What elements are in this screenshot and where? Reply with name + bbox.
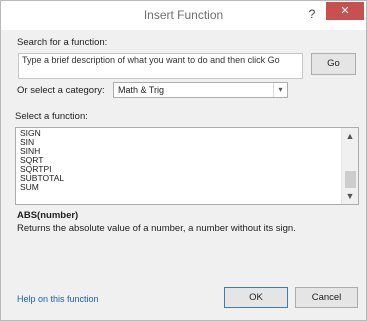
category-selected-value: Math & Trig [118, 85, 165, 95]
function-description: Returns the absolute value of a number, … [17, 223, 296, 234]
function-list[interactable]: SIGN SIN SINH SQRT SQRTPI SUBTOTAL SUM ▲… [15, 127, 359, 205]
category-label: Or select a category: [17, 85, 105, 96]
title-bar: Insert Function ? ✕ [1, 1, 366, 30]
go-button[interactable]: Go [311, 53, 356, 75]
search-input[interactable]: Type a brief description of what you wan… [18, 53, 303, 79]
function-list-scrollbar[interactable]: ▲ ▼ [341, 128, 358, 204]
search-label: Search for a function: [17, 37, 108, 48]
function-syntax: ABS(number) [17, 210, 79, 221]
scroll-up-icon[interactable]: ▲ [342, 129, 358, 143]
ok-button[interactable]: OK [224, 287, 288, 308]
cancel-button[interactable]: Cancel [295, 287, 358, 308]
function-list-label: Select a function: [15, 111, 88, 122]
help-on-function-link[interactable]: Help on this function [17, 294, 99, 304]
list-item[interactable]: SUM [20, 183, 39, 192]
close-button[interactable]: ✕ [326, 2, 364, 20]
chevron-down-icon[interactable]: ▾ [273, 83, 287, 97]
insert-function-dialog: Insert Function ? ✕ Search for a functio… [0, 0, 367, 321]
scroll-down-icon[interactable]: ▼ [342, 189, 358, 203]
category-select[interactable]: Math & Trig ▾ [113, 82, 288, 98]
scroll-thumb[interactable] [345, 171, 356, 188]
help-icon[interactable]: ? [303, 6, 321, 22]
